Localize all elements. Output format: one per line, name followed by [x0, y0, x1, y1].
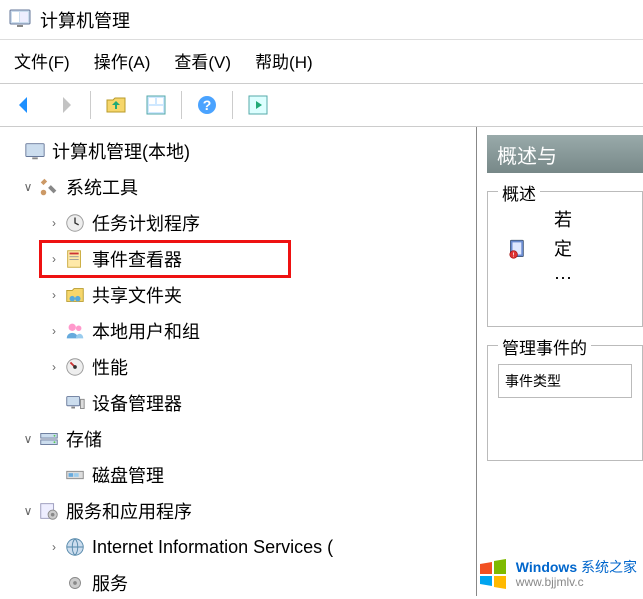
- watermark-url: www.bjjmlv.c: [516, 576, 637, 589]
- titlebar: 计算机管理: [0, 0, 643, 40]
- watermark-brand: Windows: [516, 559, 577, 575]
- expander-icon[interactable]: ∨: [18, 504, 38, 518]
- tree-label: 共享文件夹: [92, 282, 182, 308]
- tree-local-users[interactable]: › 本地用户和组: [0, 313, 476, 349]
- expander-icon[interactable]: ›: [44, 540, 64, 554]
- tree-label: 磁盘管理: [92, 462, 164, 488]
- toolbar: ?: [0, 84, 643, 127]
- details-pane: 概述与 概述 ! 若 定 ⋯ 管理事件的 事件类型: [477, 127, 643, 596]
- tree-services[interactable]: › 服务: [0, 565, 476, 596]
- tree-storage[interactable]: ∨ 存储: [0, 421, 476, 457]
- tree-disk-management[interactable]: › 磁盘管理: [0, 457, 476, 493]
- tree-label: 事件查看器: [92, 246, 182, 272]
- tree-task-scheduler[interactable]: › 任务计划程序: [0, 205, 476, 241]
- tree-label: 性能: [92, 354, 128, 380]
- menu-view[interactable]: 查看(V): [174, 48, 231, 73]
- expander-icon[interactable]: ∨: [18, 180, 38, 194]
- expander-icon[interactable]: ›: [44, 324, 64, 338]
- services-apps-icon: [38, 500, 60, 522]
- toolbar-separator: [232, 91, 233, 119]
- window-title: 计算机管理: [40, 7, 130, 33]
- gear-icon: [64, 572, 86, 594]
- users-icon: [64, 320, 86, 342]
- content-area: ▶ 计算机管理(本地) ∨ 系统工具 › 任务计划程序 › 事件查: [0, 127, 643, 596]
- tree-system-tools[interactable]: ∨ 系统工具: [0, 169, 476, 205]
- windows-logo-icon: [476, 556, 510, 593]
- shared-folder-icon: [64, 284, 86, 306]
- menubar: 文件(F) 操作(A) 查看(V) 帮助(H): [0, 40, 643, 84]
- expander-icon[interactable]: ›: [44, 360, 64, 374]
- tree-performance[interactable]: › 性能: [0, 349, 476, 385]
- up-folder-button[interactable]: [99, 88, 133, 122]
- event-log-icon: !: [498, 229, 538, 269]
- toolbar-separator: [90, 91, 91, 119]
- app-icon: [8, 6, 32, 33]
- overview-text: 若: [554, 206, 572, 235]
- overview-group: 概述 ! 若 定 ⋯: [487, 191, 643, 327]
- event-viewer-icon: [64, 248, 86, 270]
- tree-root[interactable]: ▶ 计算机管理(本地): [0, 133, 476, 169]
- tree-label: 任务计划程序: [92, 210, 200, 236]
- storage-icon: [38, 428, 60, 450]
- tree-event-viewer[interactable]: › 事件查看器: [40, 241, 290, 277]
- tree-label: 服务和应用程序: [66, 498, 192, 524]
- toolbar-separator: [181, 91, 182, 119]
- tree-label: 计算机管理(本地): [52, 138, 190, 164]
- expander-icon[interactable]: ∨: [18, 432, 38, 446]
- svg-text:?: ?: [203, 97, 212, 113]
- tree-shared-folders[interactable]: › 共享文件夹: [0, 277, 476, 313]
- computer-management-icon: [24, 140, 46, 162]
- tools-icon: [38, 176, 60, 198]
- show-action-pane-button[interactable]: [241, 88, 275, 122]
- back-button[interactable]: [8, 88, 42, 122]
- tree-label: Internet Information Services (: [92, 537, 333, 558]
- tree-device-manager[interactable]: › 设备管理器: [0, 385, 476, 421]
- event-type-label: 事件类型: [505, 371, 625, 391]
- tree-label: 服务: [92, 570, 128, 596]
- watermark-slogan: 系统之家: [581, 559, 637, 575]
- forward-button: [48, 88, 82, 122]
- tree-view[interactable]: ▶ 计算机管理(本地) ∨ 系统工具 › 任务计划程序 › 事件查: [0, 127, 477, 596]
- tree-label: 系统工具: [66, 174, 138, 200]
- svg-text:!: !: [513, 253, 515, 259]
- tree-label: 存储: [66, 426, 102, 452]
- manage-events-title: 管理事件的: [498, 334, 591, 359]
- help-button[interactable]: ?: [190, 88, 224, 122]
- expander-icon[interactable]: ›: [44, 252, 64, 266]
- disk-icon: [64, 464, 86, 486]
- menu-help[interactable]: 帮助(H): [255, 48, 313, 73]
- expander-icon[interactable]: ›: [44, 216, 64, 230]
- details-header: 概述与: [487, 135, 643, 173]
- expander-icon[interactable]: ›: [44, 288, 64, 302]
- overview-text: 定: [554, 235, 572, 264]
- manage-events-group: 管理事件的 事件类型: [487, 345, 643, 461]
- performance-icon: [64, 356, 86, 378]
- overview-text: ⋯: [554, 264, 572, 293]
- overview-title: 概述: [498, 180, 540, 205]
- iis-icon: [64, 536, 86, 558]
- device-manager-icon: [64, 392, 86, 414]
- tree-label: 本地用户和组: [92, 318, 200, 344]
- tree-label: 设备管理器: [92, 390, 182, 416]
- watermark: Windows 系统之家 www.bjjmlv.c: [476, 556, 637, 593]
- menu-action[interactable]: 操作(A): [94, 48, 151, 73]
- properties-button[interactable]: [139, 88, 173, 122]
- clock-icon: [64, 212, 86, 234]
- tree-services-apps[interactable]: ∨ 服务和应用程序: [0, 493, 476, 529]
- menu-file[interactable]: 文件(F): [14, 48, 70, 73]
- tree-iis[interactable]: › Internet Information Services (: [0, 529, 476, 565]
